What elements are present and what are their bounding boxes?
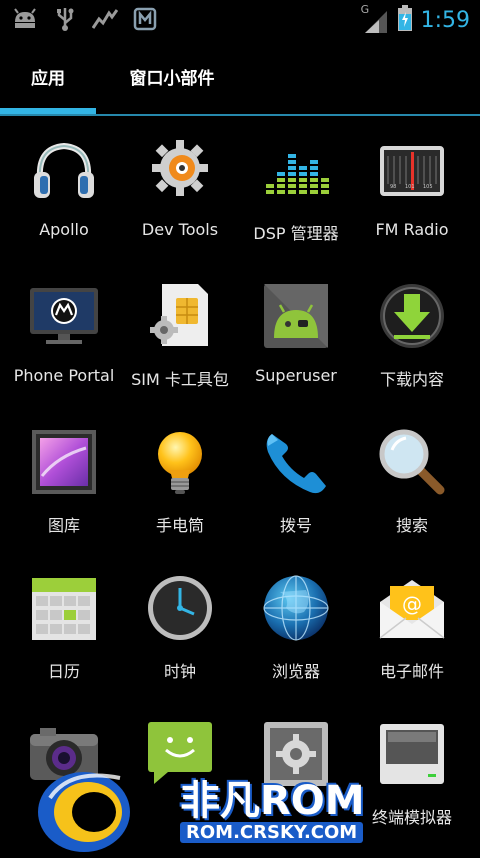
- usb-icon: [52, 6, 78, 32]
- app-flashlight[interactable]: 手电筒: [122, 408, 238, 554]
- gallery-icon: [32, 430, 96, 494]
- phone-icon: [266, 434, 326, 494]
- tab-apps[interactable]: 应用: [0, 38, 96, 114]
- app-label: 拨号: [279, 516, 312, 535]
- app-calendar[interactable]: 日历: [6, 554, 122, 700]
- app-label: Phone Portal: [13, 366, 115, 385]
- svg-text:105: 105: [423, 184, 433, 190]
- app-label: SIM 卡工具包: [131, 370, 229, 389]
- headphones-icon: [34, 142, 94, 198]
- system-icons: G 1:59: [361, 3, 470, 36]
- signal-icon: G: [361, 3, 389, 34]
- activity-graph-icon: [92, 6, 118, 32]
- app-dsp-manager[interactable]: DSP 管理器: [238, 116, 354, 262]
- app-clock[interactable]: 时钟: [122, 554, 238, 700]
- svg-text:@: @: [402, 592, 422, 616]
- app-browser[interactable]: 浏览器: [238, 554, 354, 700]
- svg-text:98: 98: [390, 184, 396, 190]
- tab-widgets[interactable]: 窗口小部件: [96, 38, 248, 114]
- app-email[interactable]: @ 电子邮件: [354, 554, 470, 700]
- app-label: Superuser: [255, 366, 337, 385]
- status-clock: 1:59: [420, 7, 470, 33]
- superuser-icon: [264, 284, 328, 348]
- app-label: FM Radio: [375, 220, 449, 239]
- app-phone-portal[interactable]: Phone Portal: [6, 262, 122, 408]
- app-sim-toolkit[interactable]: SIM 卡工具包: [122, 262, 238, 408]
- email-icon: @: [379, 580, 445, 639]
- status-bar: G 1:59: [0, 0, 480, 38]
- watermark-brand: 非凡ROM: [180, 778, 365, 824]
- app-label: 手电筒: [155, 516, 204, 535]
- calendar-icon: [32, 578, 96, 640]
- app-label: 下载内容: [379, 370, 444, 389]
- android-debug-icon: [12, 6, 38, 32]
- svg-text:101: 101: [405, 184, 415, 190]
- app-label: 浏览器: [271, 662, 320, 681]
- app-superuser[interactable]: Superuser: [238, 262, 354, 408]
- sim-card-icon: [150, 284, 208, 346]
- notification-icons: [12, 6, 158, 32]
- app-label: 搜索: [395, 516, 428, 535]
- equalizer-icon: [266, 154, 329, 194]
- app-label: Dev Tools: [141, 220, 219, 239]
- app-search[interactable]: 搜索: [354, 408, 470, 554]
- app-fm-radio[interactable]: 98 101 105 FM Radio: [354, 116, 470, 262]
- clock-icon: [148, 576, 212, 640]
- app-label: DSP 管理器: [253, 224, 339, 243]
- app-dialer[interactable]: 拨号: [238, 408, 354, 554]
- globe-icon: [263, 575, 329, 641]
- watermark-url: ROM.CRSKY.COM: [180, 822, 364, 843]
- tab-apps-label: 应用: [31, 68, 65, 89]
- app-gallery[interactable]: 图库: [6, 408, 122, 554]
- launcher-tabs: 应用 窗口小部件: [0, 38, 480, 116]
- app-dev-tools[interactable]: Dev Tools: [122, 116, 238, 262]
- app-label: 图库: [47, 516, 80, 535]
- battery-icon: [397, 4, 413, 36]
- download-icon: [380, 284, 444, 348]
- monitor-icon: [30, 288, 98, 344]
- flashlight-icon: [158, 432, 202, 494]
- app-label: 电子邮件: [379, 662, 444, 681]
- app-downloads[interactable]: 下载内容: [354, 262, 470, 408]
- tab-widgets-label: 窗口小部件: [129, 68, 215, 89]
- app-label: 日历: [47, 662, 80, 681]
- watermark-logo: 非凡ROM ROM.CRSKY.COM: [30, 760, 390, 854]
- app-label: Apollo: [39, 220, 89, 239]
- radio-icon: 98 101 105: [380, 146, 444, 196]
- search-icon: [379, 429, 445, 495]
- gear-icon: [152, 140, 208, 196]
- app-label: 时钟: [163, 662, 196, 681]
- app-shield-icon: [132, 6, 158, 32]
- app-apollo[interactable]: Apollo: [6, 116, 122, 262]
